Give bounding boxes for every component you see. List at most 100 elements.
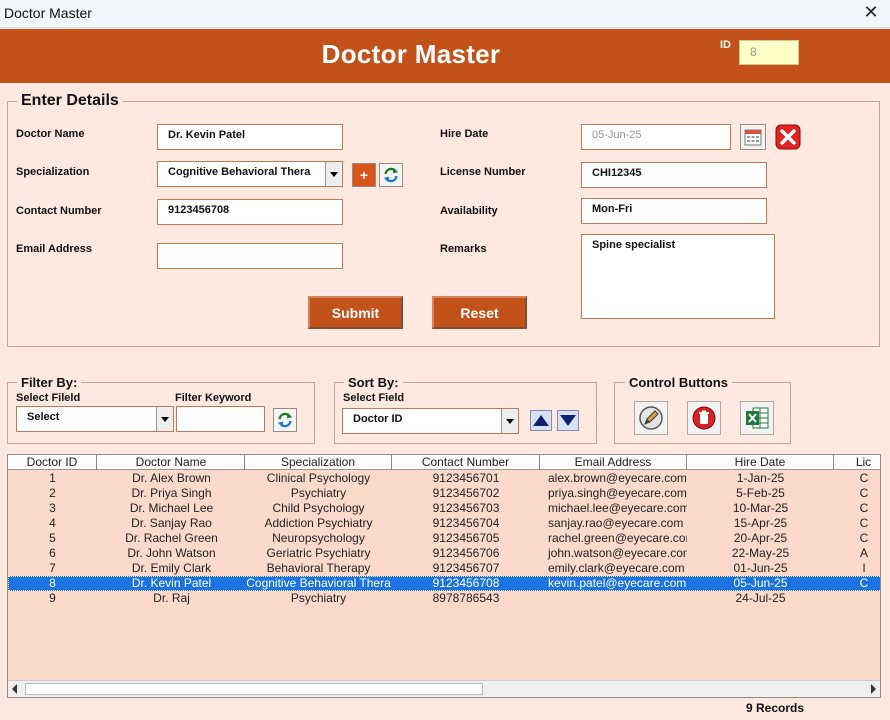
cell-email-address: sanjay.rao@eyecare.com: [548, 516, 684, 530]
table-row[interactable]: 4 Dr. Sanjay Rao Addiction Psychiatry 91234…: [8, 516, 880, 531]
scroll-right-icon[interactable]: [871, 684, 876, 694]
refresh-icon: [383, 167, 399, 183]
scroll-left-icon[interactable]: [12, 684, 17, 694]
column-header-contact-number[interactable]: Contact Number: [392, 455, 540, 470]
cell-contact-number: 9123456706: [432, 546, 500, 560]
availability-label: Availability: [440, 205, 498, 217]
column-header-hire-date[interactable]: Hire Date: [687, 455, 834, 470]
chevron-down-icon[interactable]: [501, 409, 518, 433]
remarks-textarea[interactable]: Spine specialist: [581, 234, 775, 319]
delete-icon: [692, 406, 716, 430]
filter-field-select[interactable]: Select: [16, 406, 174, 432]
table-row[interactable]: 7 Dr. Emily Clark Behavioral Therapy 912345…: [8, 561, 880, 576]
table-row[interactable]: 6 Dr. John Watson Geriatric Psychiatry 9123…: [8, 546, 880, 561]
cell-doctor-name: Dr. Emily Clark: [131, 561, 212, 575]
cell-license: C: [859, 501, 869, 515]
cell-email-address: rachel.green@eyecare.com: [548, 531, 687, 545]
doctor-list[interactable]: Doctor ID Doctor Name Specialization Contac…: [7, 454, 881, 698]
hire-date-input[interactable]: 05-Jun-25: [581, 124, 731, 150]
edit-button[interactable]: [634, 401, 668, 435]
sort-field-select[interactable]: Doctor ID: [342, 408, 519, 434]
cell-hire-date: 24-Jul-25: [735, 591, 786, 605]
add-specialization-button[interactable]: +: [352, 163, 376, 187]
remarks-label: Remarks: [440, 243, 487, 255]
filter-field-value: Select: [27, 411, 60, 423]
refresh-specialization-button[interactable]: [379, 163, 403, 187]
cell-contact-number: 9123456704: [432, 516, 500, 530]
specialization-select[interactable]: Cognitive Behavioral Thera: [157, 161, 343, 187]
sort-descending-button[interactable]: [557, 410, 579, 431]
email-address-label: Email Address: [16, 243, 93, 255]
table-row[interactable]: 8 Dr. Kevin Patel Cognitive Behavioral The…: [8, 576, 880, 591]
doctor-name-label: Doctor Name: [16, 128, 85, 140]
column-header-email-address[interactable]: Email Address: [540, 455, 687, 470]
cell-doctor-id: 1: [49, 471, 56, 485]
edit-icon: [639, 406, 663, 430]
export-excel-button[interactable]: [740, 401, 774, 435]
specialization-value: Cognitive Behavioral Thera: [168, 166, 311, 178]
window-titlebar: Doctor Master ✕: [0, 0, 890, 28]
cell-contact-number: 9123456702: [432, 486, 500, 500]
cell-email-address: michael.lee@eyecare.com: [548, 501, 687, 515]
control-legend: Control Buttons: [625, 375, 732, 390]
sort-field-label: Select Field: [343, 392, 405, 404]
doctor-name-input[interactable]: Dr. Kevin Patel: [157, 124, 343, 150]
chevron-down-icon[interactable]: [156, 407, 173, 431]
filter-keyword-input[interactable]: [176, 406, 265, 432]
cell-license: A: [859, 546, 868, 560]
details-legend: Enter Details: [17, 92, 123, 110]
reset-button[interactable]: Reset: [432, 296, 527, 329]
cell-hire-date: 15-Apr-25: [733, 516, 788, 530]
calendar-icon: [744, 129, 762, 146]
email-address-input[interactable]: [157, 243, 343, 269]
cell-doctor-id: 2: [49, 486, 56, 500]
availability-input[interactable]: Mon-Fri: [581, 198, 767, 224]
cell-doctor-id: 9: [49, 591, 56, 605]
clear-date-icon: [775, 124, 801, 150]
scrollbar-thumb[interactable]: [25, 683, 483, 695]
license-number-input[interactable]: CHI12345: [581, 162, 767, 188]
column-header-license[interactable]: Lic: [834, 455, 880, 470]
table-row[interactable]: 5 Dr. Rachel Green Neuropsychology 91234567…: [8, 531, 880, 546]
table-row[interactable]: 1 Dr. Alex Brown Clinical Psychology 912345…: [8, 471, 880, 486]
excel-export-icon: [746, 407, 769, 429]
submit-button[interactable]: Submit: [308, 296, 403, 329]
column-header-specialization[interactable]: Specialization: [245, 455, 392, 470]
column-header-doctor-id[interactable]: Doctor ID: [8, 455, 97, 470]
sort-field-value: Doctor ID: [353, 413, 403, 425]
cell-email-address: kevin.patel@eyecare.com: [548, 576, 687, 590]
table-row[interactable]: 2 Dr. Priya Singh Psychiatry 9123456702 priy…: [8, 486, 880, 501]
cell-doctor-name: Dr. Raj: [153, 591, 190, 605]
cell-hire-date: 01-Jun-25: [733, 561, 788, 575]
add-icon: +: [359, 167, 369, 183]
page-title: Doctor Master: [321, 39, 501, 69]
contact-number-label: Contact Number: [16, 205, 102, 217]
cell-specialization: Clinical Psychology: [266, 471, 371, 485]
close-icon[interactable]: ✕: [862, 2, 880, 24]
cell-specialization: Child Psychology: [272, 501, 365, 515]
cell-hire-date: 1-Jan-25: [736, 471, 785, 485]
cell-email-address: [540, 591, 687, 606]
cell-license: C: [859, 576, 869, 590]
horizontal-scrollbar[interactable]: [8, 680, 880, 697]
cell-doctor-name: Dr. John Watson: [127, 546, 216, 560]
delete-button[interactable]: [687, 401, 721, 435]
table-row[interactable]: 3 Dr. Michael Lee Child Psychology 91234567…: [8, 501, 880, 516]
sort-ascending-button[interactable]: [530, 410, 552, 431]
cell-license: C: [859, 531, 869, 545]
table-row[interactable]: 9 Dr. Raj Psychiatry 8978786543 24-Jul-25: [8, 591, 880, 606]
cell-doctor-id: 7: [49, 561, 56, 575]
chevron-down-icon[interactable]: [325, 162, 342, 186]
refresh-filter-button[interactable]: [273, 408, 297, 432]
filter-keyword-label: Filter Keyword: [175, 392, 252, 404]
clear-date-button[interactable]: [774, 123, 802, 151]
license-number-label: License Number: [440, 166, 526, 178]
cell-doctor-id: 5: [49, 531, 56, 545]
column-header-doctor-name[interactable]: Doctor Name: [98, 455, 245, 470]
cell-specialization: Neuropsychology: [272, 531, 365, 545]
id-label: ID: [720, 39, 731, 51]
calendar-button[interactable]: [740, 124, 766, 150]
cell-specialization: Behavioral Therapy: [266, 561, 371, 575]
contact-number-input[interactable]: 9123456708: [157, 199, 343, 225]
cell-hire-date: 20-Apr-25: [733, 531, 788, 545]
